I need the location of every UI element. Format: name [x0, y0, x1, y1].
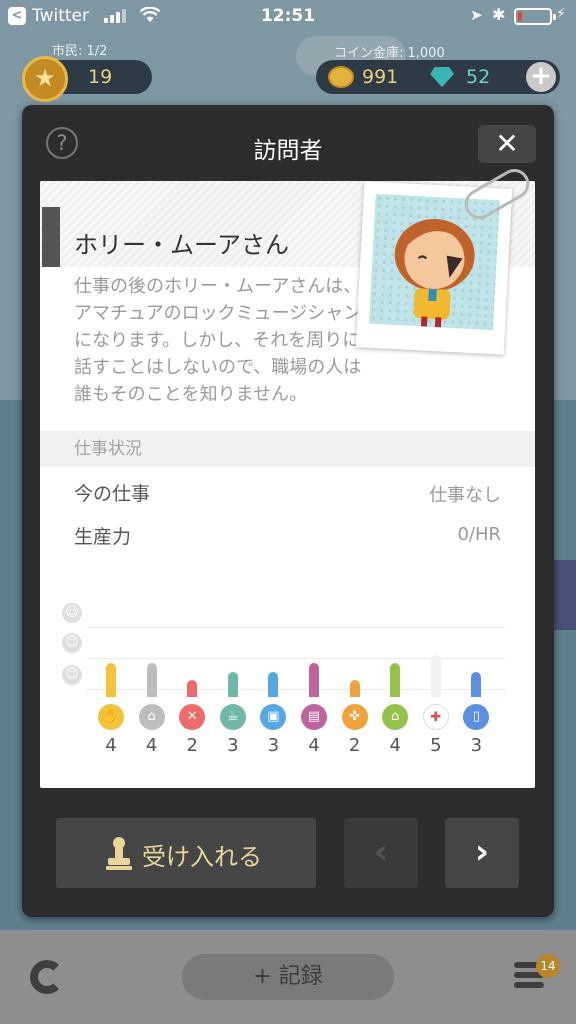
star-level-icon: ★	[22, 56, 68, 102]
visitor-bio: 仕事の後のホリー・ムーアさんは、アマチュアのロックミュージシャンになります。しか…	[74, 276, 362, 405]
chart-bar-fill	[146, 663, 157, 697]
chart-value-label: 2	[186, 735, 198, 756]
chart-bar-entertainment	[338, 655, 372, 697]
bag-icon: ▤	[301, 704, 327, 730]
chart-bar-fill	[106, 663, 116, 697]
chart-value-label: 2	[348, 735, 361, 756]
productivity-value: 0/HR	[457, 524, 501, 545]
accept-button[interactable]: 受け入れる	[56, 818, 316, 888]
utensils-icon: ✕	[179, 704, 206, 730]
current-job-label: 今の仕事	[74, 483, 151, 505]
chart-bar-fill	[471, 672, 482, 697]
cup-icon: ☕	[219, 704, 246, 730]
smile-face-icon: ☺	[62, 633, 82, 653]
chart-bar-tech	[459, 655, 493, 697]
chart-bar-fill	[268, 672, 279, 697]
chart-value-label: 4	[308, 735, 320, 756]
citizens-label: 市民: 1/2	[52, 44, 108, 59]
battery-icon	[514, 8, 556, 25]
chart-value-label: 3	[267, 735, 280, 756]
hand-icon: ✋	[98, 704, 124, 730]
name-accent-bar	[42, 207, 60, 267]
status-bar: < Twitter 12:51 ➤ ✱ ⚡	[0, 0, 576, 32]
chart-bar-fill	[309, 663, 319, 697]
chart-value-label: 4	[389, 735, 401, 756]
menu-badge: 14	[536, 954, 560, 978]
chart-value-label: 4	[105, 735, 117, 756]
chart-bar-retail	[135, 655, 169, 697]
chart-value-label: 5	[430, 735, 442, 756]
previous-button[interactable]: ‹	[344, 818, 418, 888]
happy-face-icon: ☺	[62, 603, 82, 623]
house-icon: ⌂	[382, 704, 409, 730]
neutral-face-icon: ☺	[62, 665, 82, 685]
next-button[interactable]: ›	[445, 818, 519, 888]
gamepad-icon: ✜	[341, 704, 368, 730]
phone-icon: ▯	[463, 704, 490, 730]
chart-bar-fill	[349, 680, 360, 697]
chart-value-label: 3	[227, 735, 239, 756]
level-value: 19	[88, 66, 113, 88]
chart-bar-housing	[378, 655, 412, 697]
cross-icon: ✚	[422, 704, 449, 730]
chart-bar-transport	[256, 655, 290, 697]
tag-icon: ⌂	[138, 704, 165, 730]
bus-icon: ▣	[260, 704, 287, 730]
chart-bar-fill	[227, 672, 238, 697]
chart-bar-fill	[187, 680, 198, 697]
stamp-icon	[106, 837, 132, 870]
chart-bar-cafe	[216, 655, 250, 697]
chart-bar-restaurant	[175, 655, 209, 697]
vault-label: コイン金庫: 1,000	[334, 46, 445, 61]
chart-bar-fill	[430, 655, 441, 697]
job-status-header: 仕事状況	[40, 431, 535, 467]
stats-pie-icon[interactable]	[30, 960, 64, 994]
bluetooth-icon: ✱	[492, 5, 506, 24]
modal-title: 訪問者	[253, 138, 323, 164]
current-job-value: 仕事なし	[429, 485, 501, 506]
chart-value-label: 3	[470, 735, 483, 756]
record-button[interactable]: + 記録	[182, 954, 394, 1000]
chart-bar-food	[94, 655, 128, 697]
clock: 12:51	[260, 6, 316, 26]
currency-pill[interactable]: 991 52 +	[316, 60, 560, 94]
accept-label: 受け入れる	[142, 843, 262, 871]
charging-bolt-icon: ⚡	[556, 6, 566, 22]
gem-count: 52	[466, 66, 491, 88]
visitor-name: ホリー・ムーアさん	[74, 231, 290, 259]
location-arrow-icon: ➤	[470, 6, 483, 24]
chart-bar-fill	[390, 663, 401, 697]
coin-count: 991	[362, 66, 399, 88]
add-currency-plus-icon[interactable]: +	[526, 62, 556, 92]
chart-gridline	[86, 627, 506, 628]
visitor-modal: ? 訪問者 ✕ ホリー・ムーアさん 仕事の後のホリー・ムーアさんは、アマチュアの…	[22, 105, 554, 917]
coin-icon	[328, 66, 354, 88]
close-button[interactable]: ✕	[478, 125, 536, 163]
chart-bar-shopping	[297, 655, 331, 697]
background-building	[552, 560, 576, 630]
skill-chart: ☺ ☺ ☺ ✋ 4 ⌂ 4 ✕ 2 ☕ 3 ▣ 3 ▤ 4 ✜ 2 ⌂ 4 ✚ 5 ▯ 3	[40, 601, 535, 788]
gem-icon	[430, 67, 454, 87]
chart-bar-medical	[419, 655, 453, 697]
chart-value-label: 4	[145, 735, 158, 756]
productivity-label: 生産力	[74, 526, 132, 548]
